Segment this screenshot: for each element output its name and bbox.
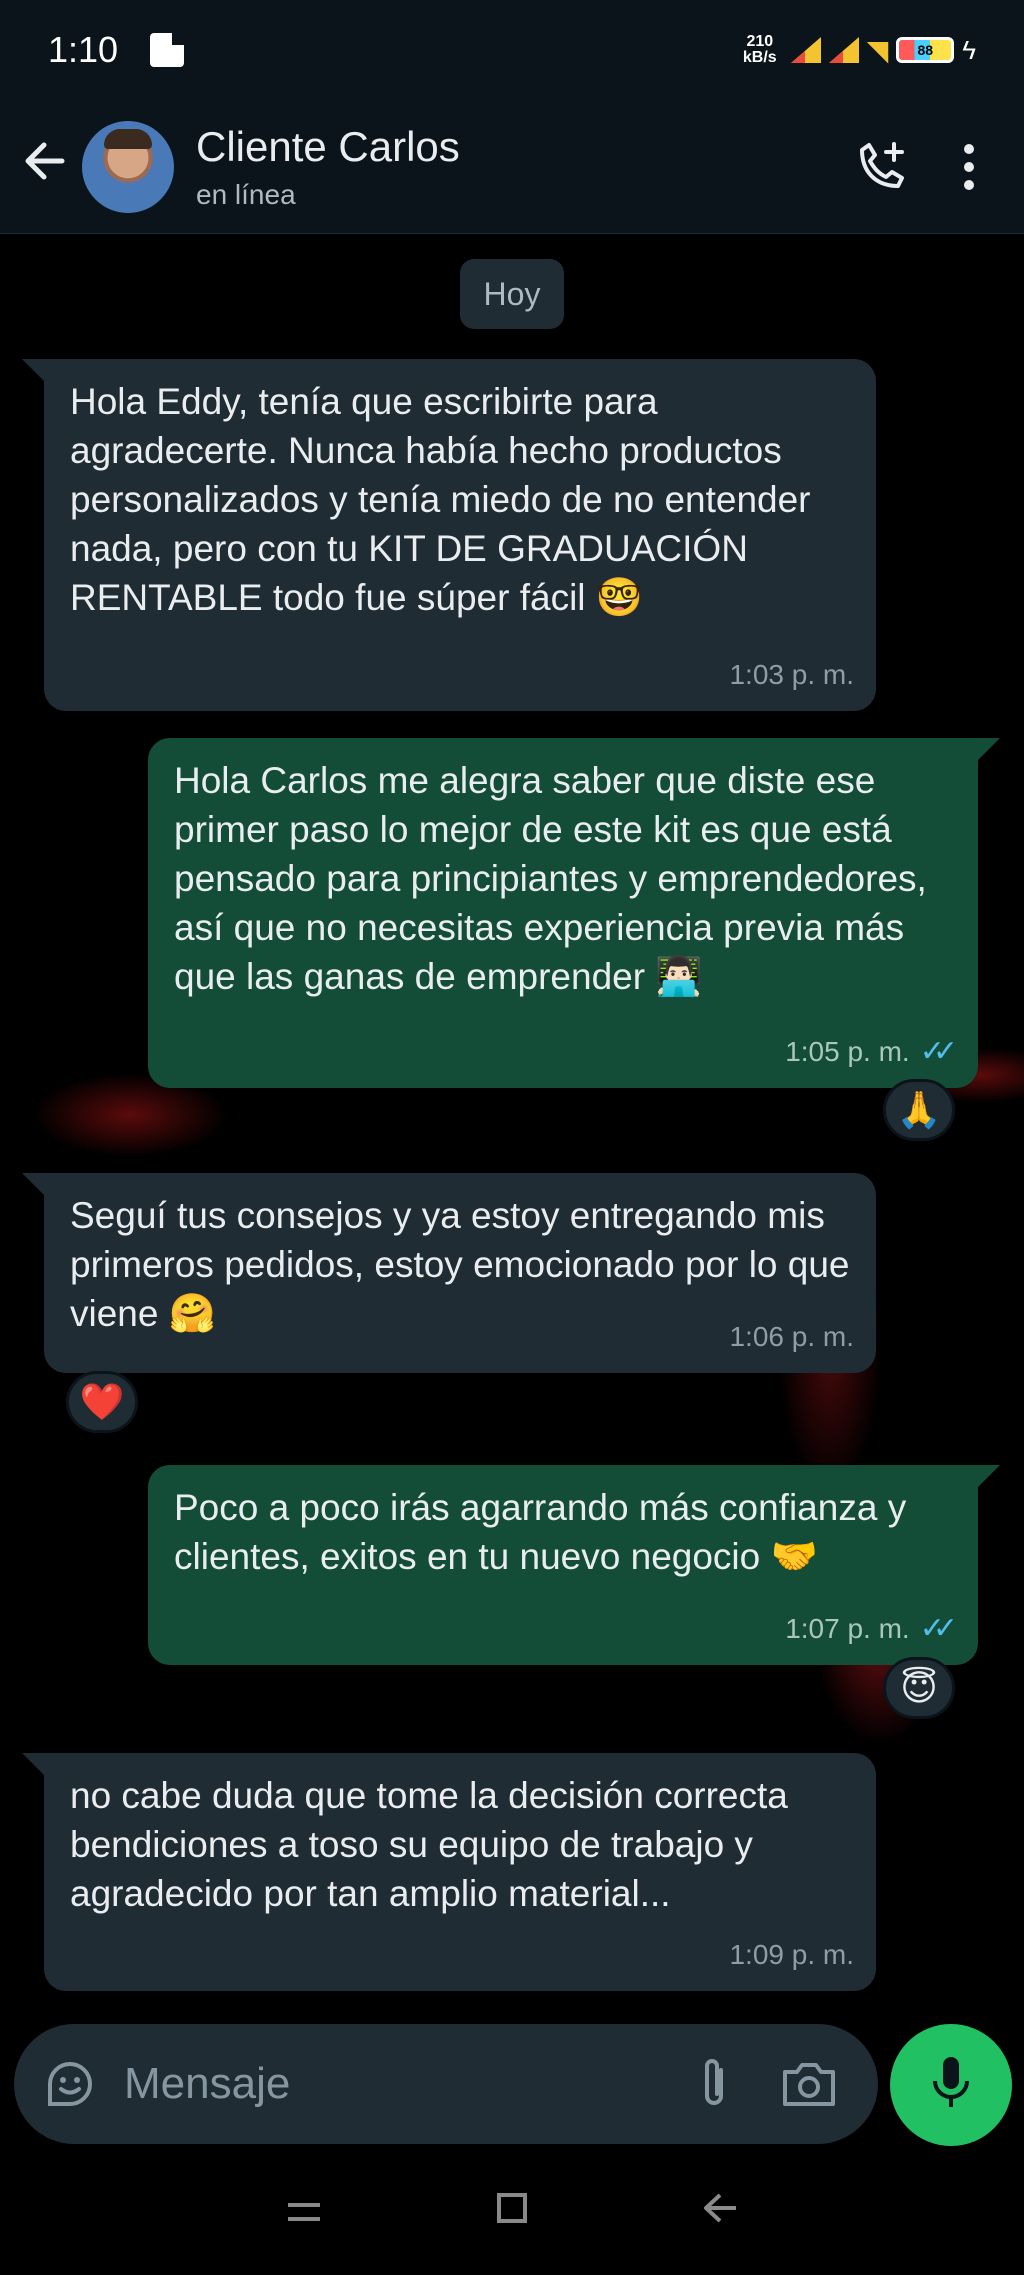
- message-incoming[interactable]: no cabe duda que tome la decisión correc…: [22, 1753, 876, 1991]
- system-nav-bar: [0, 2150, 1024, 2275]
- avatar[interactable]: [82, 120, 174, 213]
- message-meta: 1:03 p. m.: [729, 650, 854, 699]
- handshake-emoji: 🤝: [770, 1536, 818, 1578]
- contact-name: Cliente Carlos: [196, 122, 460, 170]
- reaction-badge[interactable]: ❤️: [66, 1371, 138, 1433]
- status-time: 1:10: [48, 29, 119, 70]
- message-time: 1:07 p. m.: [785, 1613, 910, 1644]
- message-time: 1:03 p. m.: [729, 659, 854, 690]
- composer-bar: [0, 2010, 1024, 2150]
- message-incoming[interactable]: Hola Eddy, tenía que escribirte para agr…: [22, 359, 876, 711]
- home-icon[interactable]: [495, 2190, 529, 2235]
- status-bar: 1:10 210 kB/s ◥ 88 ϟ: [0, 0, 1024, 100]
- message-outgoing[interactable]: Poco a poco irás agarrando más confianza…: [148, 1465, 1000, 1665]
- message-text: Hola Carlos me alegra saber que diste es…: [174, 760, 927, 997]
- message-meta: 1:05 p. m. ✓✓: [785, 1027, 958, 1076]
- camera-icon[interactable]: [781, 2060, 837, 2108]
- network-speed: 210 kB/s: [742, 33, 777, 66]
- message-input[interactable]: [124, 2059, 699, 2109]
- notification-icon: [150, 33, 185, 67]
- contact-status: en línea: [196, 178, 296, 210]
- back-arrow-icon[interactable]: [14, 141, 74, 192]
- message-text: no cabe duda que tome la decisión correc…: [70, 1775, 788, 1914]
- message-meta: 1:07 p. m. ✓✓: [785, 1604, 958, 1653]
- header-actions: [854, 140, 976, 194]
- back-icon[interactable]: [702, 2190, 738, 2235]
- message-meta: 1:06 p. m.: [729, 1312, 854, 1361]
- message-time: 1:06 p. m.: [729, 1321, 854, 1352]
- read-ticks-icon: ✓✓: [919, 1035, 958, 1068]
- recents-icon[interactable]: [286, 2190, 322, 2235]
- reaction-badge[interactable]: 😇: [883, 1657, 955, 1719]
- message-time: 1:05 p. m.: [785, 1036, 910, 1067]
- wifi-icon: ◥: [866, 34, 889, 66]
- composer-pill: [14, 2024, 878, 2144]
- contact-info[interactable]: Cliente Carlos en línea: [196, 123, 460, 211]
- date-chip: Hoy: [460, 259, 564, 329]
- sticker-icon[interactable]: [44, 2058, 96, 2110]
- message-text: Hola Eddy, tenía que escribirte para agr…: [70, 381, 811, 618]
- technologist-emoji: 👨🏻‍💻: [655, 956, 703, 998]
- add-call-icon[interactable]: [854, 140, 908, 194]
- whatsapp-chat-screen: 1:10 210 kB/s ◥ 88 ϟ Cliente Carlos en l…: [0, 0, 1024, 2275]
- mic-button[interactable]: [890, 2024, 1012, 2146]
- message-outgoing[interactable]: Hola Carlos me alegra saber que diste es…: [148, 738, 1000, 1088]
- attach-icon[interactable]: [699, 2056, 729, 2112]
- message-list[interactable]: Hoy Hola Eddy, tenía que escribirte para…: [0, 235, 1024, 2010]
- battery-icon: 88: [896, 37, 955, 63]
- message-time: 1:09 p. m.: [729, 1939, 854, 1970]
- status-indicators: 210 kB/s ◥ 88 ϟ: [743, 34, 976, 67]
- message-meta: 1:09 p. m.: [729, 1930, 854, 1979]
- charging-icon: ϟ: [962, 34, 976, 65]
- more-vert-icon[interactable]: [962, 143, 976, 191]
- signal-icon-2: [828, 37, 859, 63]
- mic-icon: [931, 2055, 971, 2116]
- reaction-badge[interactable]: 🙏: [883, 1079, 955, 1141]
- read-ticks-icon: ✓✓: [919, 1612, 958, 1645]
- nerd-face-emoji: 🤓: [595, 577, 644, 619]
- signal-icon: [790, 37, 821, 63]
- hugging-face-emoji: 🤗: [168, 1293, 217, 1335]
- chat-header: Cliente Carlos en línea: [0, 100, 1024, 234]
- message-incoming[interactable]: Seguí tus consejos y ya estoy entregando…: [22, 1173, 876, 1373]
